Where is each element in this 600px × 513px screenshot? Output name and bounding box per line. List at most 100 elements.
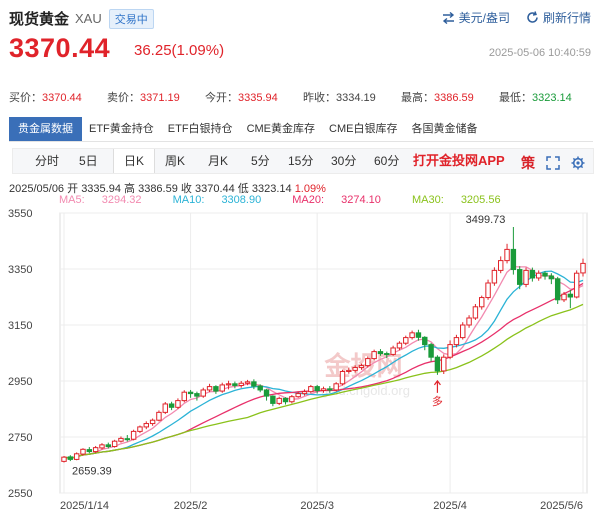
candle-body (168, 403, 175, 408)
x-tick-label: 2025/4 (433, 500, 467, 512)
period-selector: 分时 5日 日K 周K 月K 5分 15分 30分 60分 打开金投网APP 策 (12, 148, 594, 174)
candle-body (187, 391, 194, 395)
period-15min[interactable]: 15分 (288, 149, 313, 173)
symbol-code: XAU (75, 11, 102, 26)
candle-body (276, 397, 282, 404)
candle-body (251, 381, 257, 387)
candle-body (149, 419, 156, 425)
kline-chart[interactable]: 3550 3350 3150 2950 2750 2550 2025/1/14 2025/2 2… (0, 200, 600, 513)
candle-body (365, 358, 371, 367)
period-intraday[interactable]: 分时 (35, 149, 59, 173)
candle-body (194, 393, 200, 397)
header-actions: 美元/盎司 刷新行情 (426, 9, 591, 26)
candle-body (428, 344, 434, 358)
y-tick-label: 3550 (8, 208, 32, 220)
tab-cme-gold[interactable]: CME黄金库存 (240, 117, 322, 141)
candle-body (567, 293, 574, 298)
candle-body (86, 449, 93, 453)
period-5day[interactable]: 5日 (79, 149, 98, 173)
buy-signal-label: 多 (432, 394, 443, 408)
tab-etf-silver[interactable]: ETF白银持仓 (161, 117, 240, 141)
candle-body (434, 356, 441, 372)
candle-body (282, 397, 289, 403)
candle-body (516, 269, 523, 285)
open-app-link[interactable]: 打开金投网APP (413, 149, 505, 173)
candle-body (510, 248, 517, 271)
candle-body (580, 262, 586, 274)
period-30min[interactable]: 30分 (331, 149, 356, 173)
period-daily-k[interactable]: 日K (113, 149, 156, 173)
candle-body (529, 269, 536, 279)
candle-body (327, 388, 333, 391)
data-tabs: 贵金属数据 ETF黄金持仓 ETF白银持仓 CME黄金库存 CME白银库存 各国… (9, 117, 484, 141)
candle-body (92, 447, 99, 453)
candle-body (561, 293, 567, 301)
candle-body (200, 389, 206, 397)
tab-gold-reserves[interactable]: 各国黄金储备 (404, 117, 484, 141)
period-weekly-k[interactable]: 周K (165, 149, 185, 173)
x-tick-label: 2025/3 (300, 500, 334, 512)
period-60min[interactable]: 60分 (374, 149, 399, 173)
tab-cme-silver[interactable]: CME白银库存 (322, 117, 404, 141)
settings-icon[interactable] (571, 156, 585, 170)
x-tick-label: 2025/5/6 (540, 500, 583, 512)
candle-body (175, 400, 181, 408)
period-5min[interactable]: 5分 (251, 149, 270, 173)
fullscreen-icon[interactable] (546, 156, 560, 170)
price-change: 36.25(1.09%) (134, 42, 225, 59)
candle-body (111, 440, 118, 448)
candle-body (542, 272, 548, 277)
candle-body (308, 386, 314, 393)
candle-body (460, 324, 466, 339)
currency-unit-toggle[interactable]: 美元/盎司 (442, 9, 510, 26)
candle-body (409, 332, 415, 339)
candle-body (422, 336, 428, 346)
stat-sell: 卖价：3371.19 (107, 92, 180, 104)
page-title: 现货黄金 (9, 11, 70, 28)
candle-body (130, 430, 137, 440)
candle-body (73, 453, 80, 460)
candle-body (61, 456, 67, 462)
candle-body (396, 342, 403, 349)
y-tick-label: 3350 (8, 264, 32, 276)
refresh-button[interactable]: 刷新行情 (526, 9, 591, 26)
max-price-label: 3499.73 (466, 214, 506, 226)
tab-precious-metals[interactable]: 贵金属数据 (9, 117, 82, 141)
candle-body (257, 385, 263, 391)
candle-body (573, 272, 580, 298)
candle-body (339, 370, 346, 385)
tab-divider (9, 141, 593, 142)
candle-body (320, 388, 327, 392)
candle-body (554, 278, 561, 301)
candle-body (270, 395, 276, 404)
candle-body (263, 389, 270, 397)
title-row: 现货黄金 XAU 交易中 (9, 8, 154, 29)
candle-body (156, 411, 162, 421)
candle-body (485, 282, 491, 299)
quote-header: 现货黄金 XAU 交易中 美元/盎司 刷新行情 3370.44 36.25(1.… (0, 0, 600, 86)
candle-body (447, 344, 453, 358)
buy-signal-arrow (433, 379, 441, 393)
candle-body (390, 347, 396, 355)
stat-open: 今开：3335.94 (205, 92, 278, 104)
chart-tools: 策 (510, 153, 585, 173)
candle-body (384, 353, 390, 356)
ce-icon[interactable]: 策 (521, 153, 535, 173)
candle-body (124, 438, 131, 441)
candle-body (333, 383, 339, 391)
candle-body (523, 269, 529, 285)
candle-body (232, 383, 238, 386)
y-tick-label: 2550 (8, 488, 32, 500)
swap-icon (442, 11, 454, 24)
currency-unit-label: 美元/盎司 (458, 11, 510, 25)
last-price: 3370.44 (9, 33, 111, 63)
period-monthly-k[interactable]: 月K (208, 149, 228, 173)
stat-prev-close: 昨收：3334.19 (303, 92, 376, 104)
candle-body (289, 396, 295, 403)
tab-etf-gold[interactable]: ETF黄金持仓 (82, 117, 161, 141)
candle-body (479, 297, 485, 308)
y-tick-label: 2750 (8, 432, 32, 444)
candle-body (118, 437, 124, 442)
candle-body (548, 275, 555, 280)
stat-low: 最低：3323.14 (499, 92, 572, 104)
